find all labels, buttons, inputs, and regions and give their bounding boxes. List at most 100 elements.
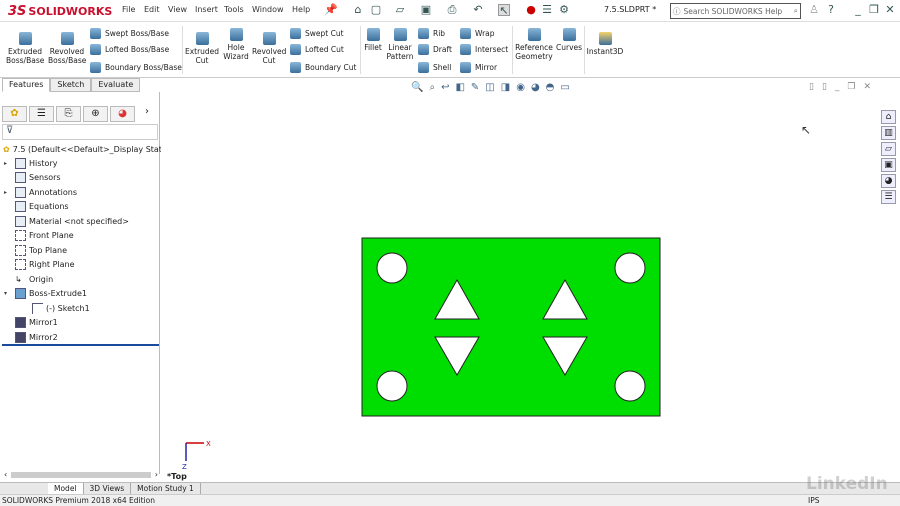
swept-cut-button[interactable]: Swept Cut bbox=[290, 28, 344, 39]
filter-input[interactable]: ⊽ bbox=[2, 124, 158, 140]
rebuild-icon[interactable]: ● bbox=[525, 4, 537, 16]
menu-edit[interactable]: Edit bbox=[144, 5, 160, 14]
lofted-boss-button[interactable]: Lofted Boss/Base bbox=[90, 44, 169, 55]
solidworks-logo[interactable]: 3S SOLIDWORKS bbox=[8, 2, 112, 21]
search-icon[interactable]: ⌕ bbox=[794, 6, 800, 16]
home-icon[interactable]: ⌂ bbox=[352, 4, 364, 16]
menu-window[interactable]: Window bbox=[252, 5, 284, 14]
instant3d-button[interactable]: Instant3D bbox=[586, 32, 624, 56]
document-title: 7.5.SLDPRT * bbox=[604, 5, 657, 14]
title-bar: 3S SOLIDWORKS File Edit View Insert Tools… bbox=[0, 0, 900, 22]
panel-scrollbar[interactable]: ‹ › bbox=[4, 470, 158, 480]
tree-item-material[interactable]: Material <not specified> bbox=[4, 214, 129, 228]
menu-tools[interactable]: Tools bbox=[224, 5, 244, 14]
select-icon[interactable]: ↖ bbox=[498, 4, 510, 17]
boundary-cut-button[interactable]: Boundary Cut bbox=[290, 62, 356, 73]
restore-icon[interactable]: ❐ bbox=[868, 4, 880, 16]
view-palette-icon[interactable]: ▣ bbox=[881, 158, 896, 172]
plane-icon bbox=[15, 229, 26, 241]
curves-button[interactable]: Curves bbox=[556, 28, 582, 52]
feature-tree-icon[interactable]: ✿ bbox=[2, 106, 27, 122]
extruded-boss-button[interactable]: Extruded Boss/Base bbox=[6, 32, 44, 65]
graphics-area[interactable]: 🔍 ⌕ ↩ ◧ ✎ ◫ ◨ ◉ ◕ ◓ ▭ ▯ ▯ _ ❐ ✕ X Z *Top ↖ bbox=[161, 78, 900, 482]
panel-tabs: ✿ ☰ ⎘ ⊕ ◕ › bbox=[2, 106, 149, 122]
user-icon[interactable]: ♙ bbox=[808, 4, 820, 16]
tree-item-mirror2[interactable]: Mirror2 bbox=[4, 330, 58, 344]
filter-icon: ⊽ bbox=[6, 125, 14, 136]
linear-pattern-button[interactable]: Linear Pattern bbox=[386, 28, 414, 61]
tree-item-front-plane[interactable]: Front Plane bbox=[4, 228, 74, 242]
tab-evaluate[interactable]: Evaluate bbox=[91, 78, 141, 92]
draft-button[interactable]: Draft bbox=[418, 44, 452, 55]
tab-3d-views[interactable]: 3D Views bbox=[84, 483, 132, 494]
linkedin-watermark: LinkedIn bbox=[806, 474, 888, 494]
hole-bottom-left bbox=[376, 370, 408, 402]
tree-item-origin[interactable]: ↳ Origin bbox=[4, 272, 53, 286]
minimize-icon[interactable]: _ bbox=[852, 4, 864, 16]
boundary-boss-button[interactable]: Boundary Boss/Base bbox=[90, 62, 182, 73]
command-manager-ribbon: Extruded Boss/Base Revolved Boss/Base Sw… bbox=[0, 22, 900, 78]
property-manager-icon[interactable]: ☰ bbox=[29, 106, 54, 122]
menu-help[interactable]: Help bbox=[292, 5, 310, 14]
file-properties-icon[interactable]: ☰ bbox=[541, 4, 553, 16]
reference-geometry-button[interactable]: Reference Geometry bbox=[514, 28, 554, 61]
options-gear-icon[interactable]: ⚙ bbox=[558, 4, 570, 16]
shell-button[interactable]: Shell bbox=[418, 62, 451, 73]
mirror-button[interactable]: Mirror bbox=[460, 62, 497, 73]
fillet-button[interactable]: Fillet bbox=[362, 28, 384, 52]
configuration-manager-icon[interactable]: ⎘ bbox=[56, 106, 81, 122]
tree-item-boss-extrude1[interactable]: ▾ Boss-Extrude1 bbox=[4, 286, 87, 300]
tree-item-sketch1[interactable]: (-) Sketch1 bbox=[32, 301, 90, 315]
resources-home-icon[interactable]: ⌂ bbox=[881, 110, 896, 124]
tree-item-right-plane[interactable]: Right Plane bbox=[4, 257, 75, 271]
tree-item-top-plane[interactable]: Top Plane bbox=[4, 243, 67, 257]
tree-item-mirror1[interactable]: Mirror1 bbox=[4, 315, 58, 329]
rib-button[interactable]: Rib bbox=[418, 28, 445, 39]
hole-wizard-button[interactable]: Hole Wizard bbox=[220, 28, 252, 61]
rollback-bar[interactable] bbox=[2, 344, 159, 346]
intersect-button[interactable]: Intersect bbox=[460, 44, 508, 55]
tree-item-sensors[interactable]: Sensors bbox=[4, 170, 61, 184]
tree-item-annotations[interactable]: ▸ Annotations bbox=[4, 185, 77, 199]
tab-model[interactable]: Model bbox=[48, 483, 84, 494]
tab-features[interactable]: Features bbox=[2, 78, 51, 92]
pin-icon[interactable]: 📌 bbox=[324, 4, 338, 16]
design-library-icon[interactable]: ▥ bbox=[881, 126, 896, 140]
units-selector[interactable]: IPS bbox=[808, 495, 820, 506]
wrap-button[interactable]: Wrap bbox=[460, 28, 495, 39]
mirror-icon bbox=[15, 331, 26, 343]
file-explorer-icon[interactable]: ▱ bbox=[881, 142, 896, 156]
tab-motion-study[interactable]: Motion Study 1 bbox=[131, 483, 201, 494]
menu-insert[interactable]: Insert bbox=[195, 5, 218, 14]
revolved-boss-button[interactable]: Revolved Boss/Base bbox=[48, 32, 86, 65]
hole-top-left bbox=[376, 252, 408, 284]
origin-icon: ↳ bbox=[15, 274, 22, 284]
search-help-input[interactable]: ⓘ Search SOLIDWORKS Help ⌕ bbox=[670, 3, 801, 19]
display-manager-icon[interactable]: ◕ bbox=[110, 106, 135, 122]
annotations-icon bbox=[15, 186, 26, 198]
menu-file[interactable]: File bbox=[122, 5, 135, 14]
revolved-cut-button[interactable]: Revolved Cut bbox=[252, 32, 286, 65]
appearances-icon[interactable]: ◕ bbox=[881, 174, 896, 188]
menu-view[interactable]: View bbox=[168, 5, 187, 14]
lofted-cut-button[interactable]: Lofted Cut bbox=[290, 44, 344, 55]
tree-item-history[interactable]: ▸ History bbox=[4, 156, 57, 170]
print-icon[interactable]: ⎙ bbox=[446, 4, 458, 16]
undo-icon[interactable]: ↶ bbox=[472, 4, 484, 16]
extruded-cut-button[interactable]: Extruded Cut bbox=[184, 32, 220, 65]
status-bar: SOLIDWORKS Premium 2018 x64 Edition IPS bbox=[0, 494, 900, 506]
swept-boss-button[interactable]: Swept Boss/Base bbox=[90, 28, 169, 39]
command-tabs: Features Sketch Evaluate bbox=[2, 78, 141, 92]
dimxpert-icon[interactable]: ⊕ bbox=[83, 106, 108, 122]
tab-sketch[interactable]: Sketch bbox=[50, 78, 92, 92]
custom-properties-icon[interactable]: ☰ bbox=[881, 190, 896, 204]
open-icon[interactable]: ▱ bbox=[394, 4, 406, 16]
new-document-icon[interactable]: ▢ bbox=[370, 4, 382, 16]
tree-item-equations[interactable]: Equations bbox=[4, 199, 69, 213]
panel-next-arrow-icon[interactable]: › bbox=[145, 106, 149, 122]
axis-z-label: Z bbox=[182, 463, 187, 471]
close-icon[interactable]: ✕ bbox=[884, 4, 896, 16]
help-question-icon[interactable]: ? bbox=[825, 4, 837, 16]
tree-root[interactable]: ✿ 7.5 (Default<<Default>_Display State 1> bbox=[3, 142, 181, 156]
save-icon[interactable]: ▣ bbox=[420, 4, 432, 16]
